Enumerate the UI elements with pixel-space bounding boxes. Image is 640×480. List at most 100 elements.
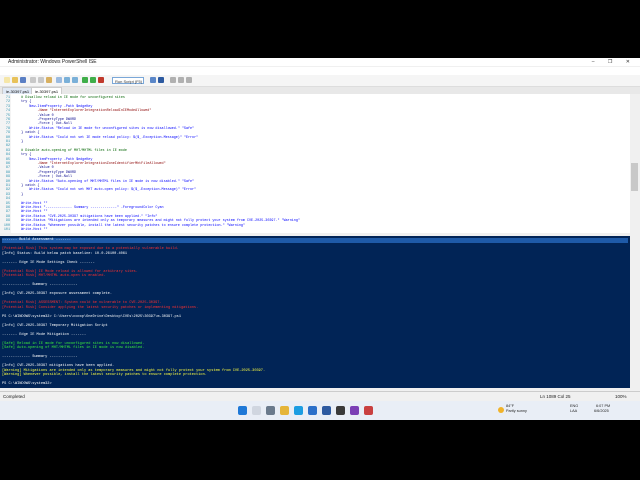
code-line[interactable]: 101 Write-Host "" — [0, 228, 48, 232]
remote-powershell-icon[interactable] — [150, 77, 156, 83]
code-text: -Name "InternetExplorerIntegrationReload… — [13, 109, 152, 114]
layout-max-icon[interactable] — [186, 77, 192, 83]
file-explorer-icon[interactable] — [280, 406, 289, 415]
code-line[interactable]: 95 Write-Host "" — [0, 202, 48, 206]
line-number: 95 — [5, 201, 10, 206]
powershell-ise-taskbar-icon[interactable] — [322, 406, 331, 415]
code-line[interactable]: 94 — [0, 197, 13, 201]
console-line: [Safe] Auto-opening of MHT/MHTML files i… — [2, 346, 145, 350]
console-line: ------- Build Assessment ------- — [2, 238, 628, 243]
code-line[interactable]: 77 -Force | Out-Null — [0, 122, 72, 126]
code-line[interactable]: 99 Write-Status "Mitigations are intende… — [0, 219, 300, 223]
cut-icon[interactable] — [30, 77, 36, 83]
code-line[interactable]: 74 -Name "InternetExplorerIntegrationRel… — [0, 109, 151, 113]
code-line[interactable]: 93 } — [0, 193, 23, 197]
editor-scroll-thumb[interactable] — [631, 163, 638, 191]
line-number: 99 — [5, 219, 10, 224]
title-bar: Administrator: Windows PowerShell ISE – … — [0, 58, 640, 66]
edge-icon[interactable] — [294, 406, 303, 415]
code-text: } — [13, 140, 24, 144]
taskbar: 84°F Partly sunny ENG LAA 6:07 PM 6/6/20… — [0, 401, 640, 420]
tab-script-1[interactable]: ie-30397.ps1 — [2, 87, 34, 94]
code-line[interactable]: 92 Write-Status "Could not set MHT auto-… — [0, 188, 196, 192]
copy-icon[interactable] — [38, 77, 44, 83]
save-icon[interactable] — [20, 77, 26, 83]
line-number: 75 — [5, 113, 10, 118]
line-number: 80 — [5, 135, 10, 140]
console-line: [Potential Risk] MHT/MHTML auto-open is … — [2, 274, 106, 278]
task-view-icon[interactable] — [266, 406, 275, 415]
app-icon[interactable] — [350, 406, 359, 415]
outlook-icon[interactable] — [308, 406, 317, 415]
console-pane[interactable]: ------- Build Assessment ------- [Potenti… — [0, 236, 630, 388]
line-number: 88 — [5, 170, 10, 175]
tab-script-2[interactable]: ie-30397.ps1 — [31, 87, 63, 94]
code-text: Write-Status "Reload in IE mode for unco… — [13, 126, 195, 131]
code-text: -Force | Out-Null — [13, 122, 73, 127]
line-number: 101 — [3, 228, 10, 232]
line-number: 97 — [5, 210, 10, 215]
code-line[interactable]: 79 } catch { — [0, 131, 40, 136]
code-line[interactable]: 75 -Value 0 — [0, 114, 54, 118]
code-line[interactable]: 82 — [0, 144, 13, 148]
code-line[interactable]: 81 } — [0, 140, 23, 144]
open-folder-icon[interactable] — [12, 77, 18, 83]
line-number: 87 — [5, 166, 10, 171]
line-number: 91 — [5, 184, 10, 188]
code-line[interactable]: 97 Write-Host "" — [0, 210, 48, 214]
search-icon[interactable] — [252, 406, 261, 415]
run-selection-icon[interactable] — [90, 77, 96, 83]
undo-icon[interactable] — [64, 77, 70, 83]
toolbar: Run Script (F5) — [0, 75, 640, 87]
code-line[interactable]: 85 New-ItemProperty -Path $edgeKey — [0, 158, 92, 162]
app-icon-2[interactable] — [364, 406, 373, 415]
console-scrollbar[interactable] — [630, 236, 640, 388]
clock-date[interactable]: 6/6/2025 — [594, 409, 609, 414]
code-text: Write-Host "" — [13, 228, 48, 232]
console-line: [Info] Status: Build below patch baselin… — [2, 251, 128, 256]
paste-icon[interactable] — [46, 77, 52, 83]
console-line: [Info] CVE-2025-30397 exposure assessmen… — [2, 292, 112, 296]
line-number: 77 — [5, 122, 10, 127]
code-line[interactable]: 90 Write-Status "Auto-opening of MHT/MHT… — [0, 180, 194, 184]
clear-console-icon[interactable] — [56, 77, 62, 83]
code-line[interactable]: 100 Write-Status "Whenever possible, ins… — [0, 224, 245, 228]
weather-icon[interactable] — [498, 407, 504, 413]
start-icon[interactable] — [238, 406, 247, 415]
powershell-console-icon[interactable] — [158, 77, 164, 83]
code-text: } — [13, 192, 24, 197]
code-line[interactable]: 87 -Value 0 — [0, 166, 54, 170]
code-line[interactable]: 80 Write-Status "Could not set IE mode r… — [0, 136, 198, 140]
region-indicator[interactable]: LAA — [570, 409, 577, 414]
window-controls[interactable]: – ❐ ✕ — [592, 58, 636, 66]
script-editor[interactable]: 71 # Disallow reload in IE mode for unco… — [0, 94, 630, 233]
run-icon[interactable] — [82, 77, 88, 83]
code-text: Write-Status "Whenever possible, install… — [13, 223, 245, 228]
line-number: 98 — [5, 214, 10, 219]
code-text: Write-Status "Could not set IE mode relo… — [13, 135, 199, 140]
redo-icon[interactable] — [72, 77, 78, 83]
console-line: PS C:\WINDOWS\system32> — [2, 382, 54, 386]
new-file-icon[interactable] — [4, 77, 10, 83]
code-line[interactable]: 84 try { — [0, 153, 31, 157]
layout-icon[interactable] — [170, 77, 176, 83]
line-number: 72 — [5, 100, 10, 105]
line-number: 71 — [5, 96, 10, 100]
line-number: 86 — [5, 162, 10, 166]
console-line: [Info] CVE-2025-30397 Temporary Mitigati… — [2, 323, 108, 328]
console-line: ------------- Summary ------------- — [2, 283, 78, 287]
terminal-icon[interactable] — [336, 406, 345, 415]
stop-icon[interactable] — [98, 77, 104, 83]
line-number: 89 — [5, 175, 10, 180]
weather-desc: Partly sunny — [506, 409, 527, 413]
line-number: 78 — [5, 126, 10, 131]
code-text: Write-Host "" — [13, 210, 48, 215]
code-text: Write-Status "Mitigations are intended o… — [13, 219, 300, 224]
line-number: 76 — [5, 118, 10, 122]
line-number: 82 — [5, 144, 10, 149]
code-line[interactable]: 89 -Force | Out-Null — [0, 175, 72, 179]
line-number: 79 — [5, 131, 10, 136]
console-line: PS C:\WINDOWS\system32> C:\Users\cocop\O… — [2, 314, 181, 319]
layout-side-icon[interactable] — [178, 77, 184, 83]
code-line[interactable]: 72 try { — [0, 100, 31, 104]
